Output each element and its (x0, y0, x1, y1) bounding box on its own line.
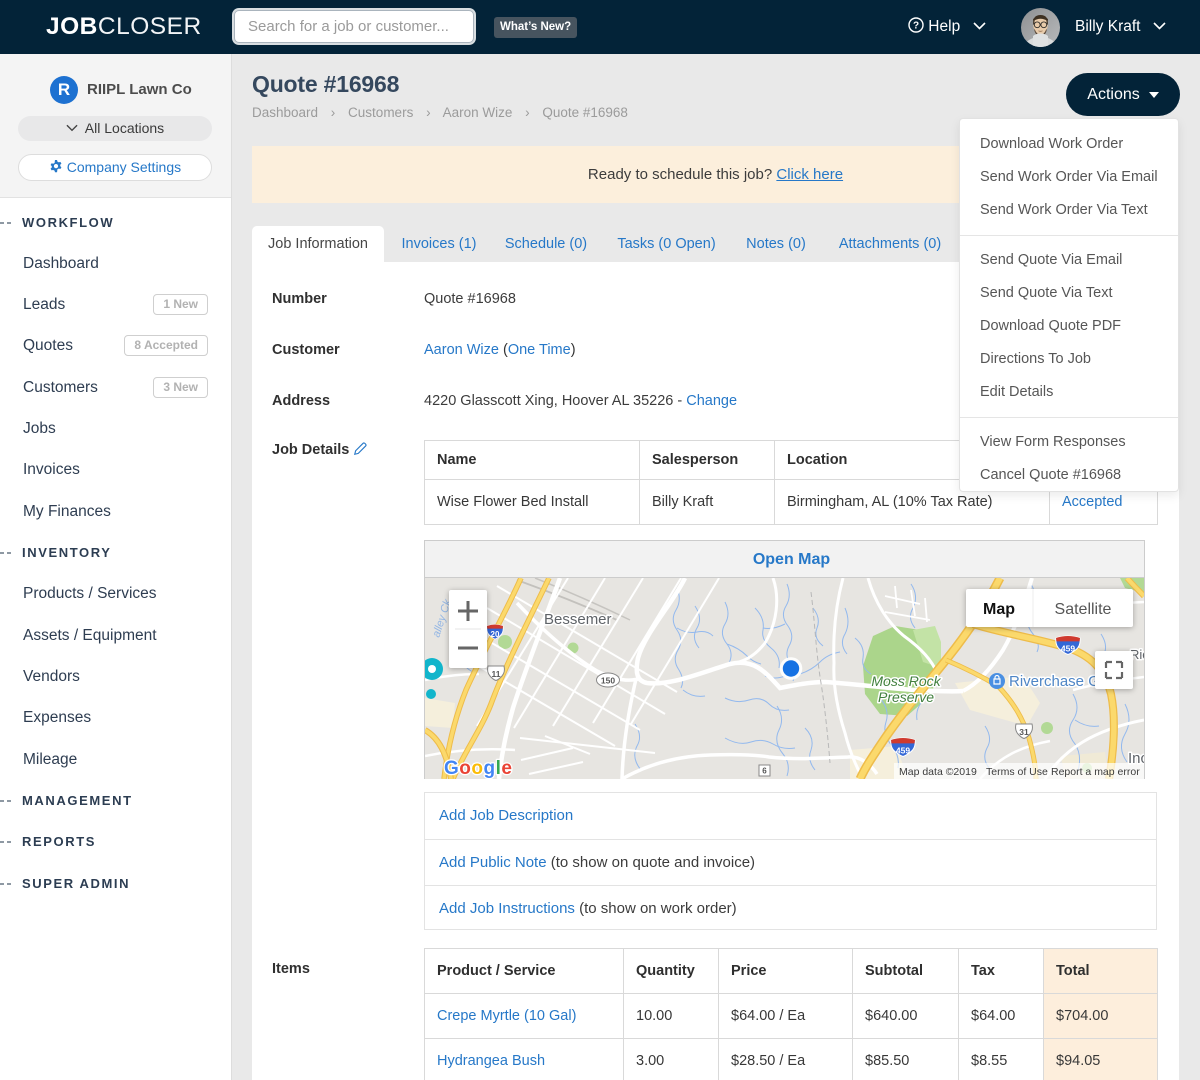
svg-text:Moss Rock: Moss Rock (871, 673, 941, 689)
svg-text:459: 459 (1061, 644, 1075, 654)
svg-text:Bessemer: Bessemer (544, 611, 612, 628)
svg-text:Report a map error: Report a map error (1051, 766, 1140, 778)
svg-text:Satellite: Satellite (1055, 601, 1112, 618)
svg-text:Map data ©2019: Map data ©2019 (899, 766, 977, 778)
svg-text:11: 11 (492, 669, 501, 679)
svg-text:Google: Google (444, 758, 512, 779)
svg-text:Preserve: Preserve (878, 689, 934, 705)
svg-text:Map: Map (983, 601, 1015, 618)
svg-text:20: 20 (491, 630, 500, 639)
svg-text:150: 150 (601, 676, 615, 686)
svg-text:?: ? (913, 21, 919, 32)
svg-text:31: 31 (1019, 727, 1029, 737)
svg-text:Terms of Use: Terms of Use (986, 766, 1048, 778)
svg-text:459: 459 (896, 746, 910, 756)
svg-text:6: 6 (762, 767, 767, 776)
